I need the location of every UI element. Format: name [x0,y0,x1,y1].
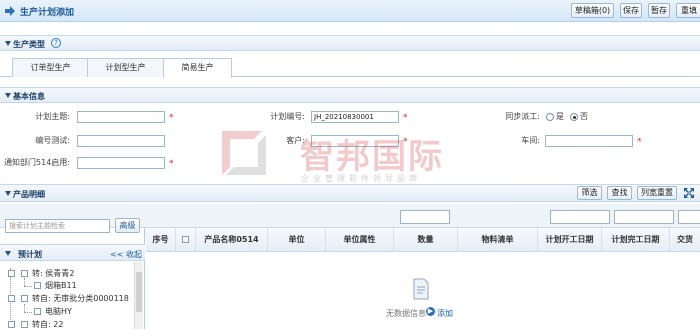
tree-item[interactable]: 转自: 无审批分类0000118 [32,294,129,304]
col-select[interactable] [176,228,196,252]
add-icon[interactable]: ▶ [426,307,435,316]
pre-plan-title: 预计划 [18,250,42,259]
plan-number-input[interactable]: JH_20210830001 [311,111,399,123]
required-mark: * [637,137,642,147]
required-mark: * [403,113,408,123]
sync-yes-radio[interactable] [546,113,554,121]
code-test-label: 编号测试: [35,136,70,145]
tree-item[interactable]: 转: 侯青青2 [32,269,74,279]
end-date-filter[interactable] [614,210,674,224]
code-test-input[interactable] [77,135,165,147]
watermark-slogan: 企业管理软件领导品牌 [301,174,421,183]
sync-no-label: 否 [580,112,588,121]
production-type-tabs: 订单型生产 计划型生产 简易生产 [0,56,700,78]
filter-button[interactable]: 筛选 [577,186,602,200]
tree-toggle-icon[interactable] [8,295,15,302]
reset-width-button[interactable]: 列宽重置 [637,186,677,200]
scrollbar-thumb[interactable] [136,272,142,312]
customer-label: 客户: [286,136,305,145]
pre-plan-header: 预计划 << 收起 [0,244,145,261]
sync-no-radio[interactable] [570,113,578,121]
tree-item[interactable]: 烟箱B11 [45,281,77,291]
tab-simple-production[interactable]: 简易生产 [163,58,232,78]
reset-button[interactable]: 重填 [676,3,700,18]
col-plan-end[interactable]: 计划完工日期 [602,228,670,252]
find-button[interactable]: 查找 [607,186,632,200]
col-product-name[interactable]: 产品名称0514 [196,228,268,252]
tree-line [24,304,25,312]
subject-label: 计划主题: [35,112,70,121]
section-title: 基本信息 [13,92,45,101]
basic-info-header: 基本信息 [0,87,700,103]
section-title: 生产类型 [13,40,45,49]
sync-yes-label: 是 [556,112,564,121]
col-plan-start[interactable]: 计划开工日期 [538,228,602,252]
collapse-triangle-icon[interactable] [5,93,11,98]
col-index[interactable]: 序号 [146,228,176,252]
title-bar: 生产计划添加 草稿箱(0) 保存 暂存 重填 [0,0,700,22]
add-link[interactable]: 添加 [437,308,453,319]
document-icon [413,278,429,300]
notify-dept-label: 通知部门514启用: [4,158,70,167]
plan-search-input[interactable]: 搜索计划主题检索 [5,219,110,233]
production-type-header: 生产类型 ? [0,35,700,51]
empty-state: 无数据信息 ▶ 添加 [386,278,466,323]
customer-input[interactable] [311,135,399,147]
expand-icon[interactable] [683,187,695,199]
notify-dept-input[interactable] [77,157,165,169]
tree-checkbox[interactable] [21,270,28,277]
required-mark: * [169,113,174,123]
collapse-triangle-icon[interactable] [5,41,11,46]
tab-plan-production[interactable]: 计划型生产 [87,58,164,77]
arrow-right-icon [5,6,15,16]
tree-line [24,278,25,286]
collapse-link[interactable]: << 收起 [110,249,142,260]
col-unit[interactable]: 单位 [268,228,326,252]
temp-save-button[interactable]: 暂存 [648,3,670,18]
tree-item[interactable]: 电脑HY [45,307,72,317]
tree-toggle-icon[interactable] [8,321,15,328]
drafts-button[interactable]: 草稿箱(0) [571,3,614,18]
section-title: 产品明细 [13,190,45,199]
page-title: 生产计划添加 [20,8,75,18]
delivery-date-filter[interactable] [678,210,700,224]
filter-input[interactable] [400,210,450,224]
tree-toggle-icon[interactable] [8,270,15,277]
tree-line [24,286,32,287]
start-date-filter[interactable] [550,210,610,224]
col-bom[interactable]: 物料清单 [458,228,538,252]
collapse-triangle-icon[interactable] [5,191,11,196]
tab-order-production[interactable]: 订单型生产 [12,58,89,77]
advanced-search-button[interactable]: 高级 [115,218,140,233]
tree-checkbox[interactable] [21,295,28,302]
required-mark: * [169,159,174,169]
subject-input[interactable] [77,111,165,123]
col-quantity[interactable]: 数量 [394,228,458,252]
plan-number-label: 计划编号: [270,112,305,121]
tree-checkbox[interactable] [34,308,41,315]
tree-scrollbar[interactable] [134,262,143,329]
col-unit-attr[interactable]: 单位属性 [326,228,394,252]
product-grid: 序号 产品名称0514 单位 单位属性 数量 物料清单 计划开工日期 计划完工日… [146,228,700,329]
workshop-input[interactable] [545,135,633,147]
select-all-checkbox[interactable] [182,236,189,243]
tree-checkbox[interactable] [21,321,28,328]
collapse-triangle-icon[interactable] [5,251,11,256]
required-mark: * [403,137,408,147]
sync-dispatch-label: 同步派工: [505,112,540,121]
empty-text: 无数据信息 [386,309,426,318]
help-icon[interactable]: ? [51,38,61,48]
tree-line [24,312,32,313]
col-delivery[interactable]: 交货 [670,228,700,252]
save-button[interactable]: 保存 [620,3,642,18]
workshop-label: 车间: [521,136,540,145]
tree-checkbox[interactable] [34,282,41,289]
grid-header: 序号 产品名称0514 单位 单位属性 数量 物料清单 计划开工日期 计划完工日… [146,228,700,252]
